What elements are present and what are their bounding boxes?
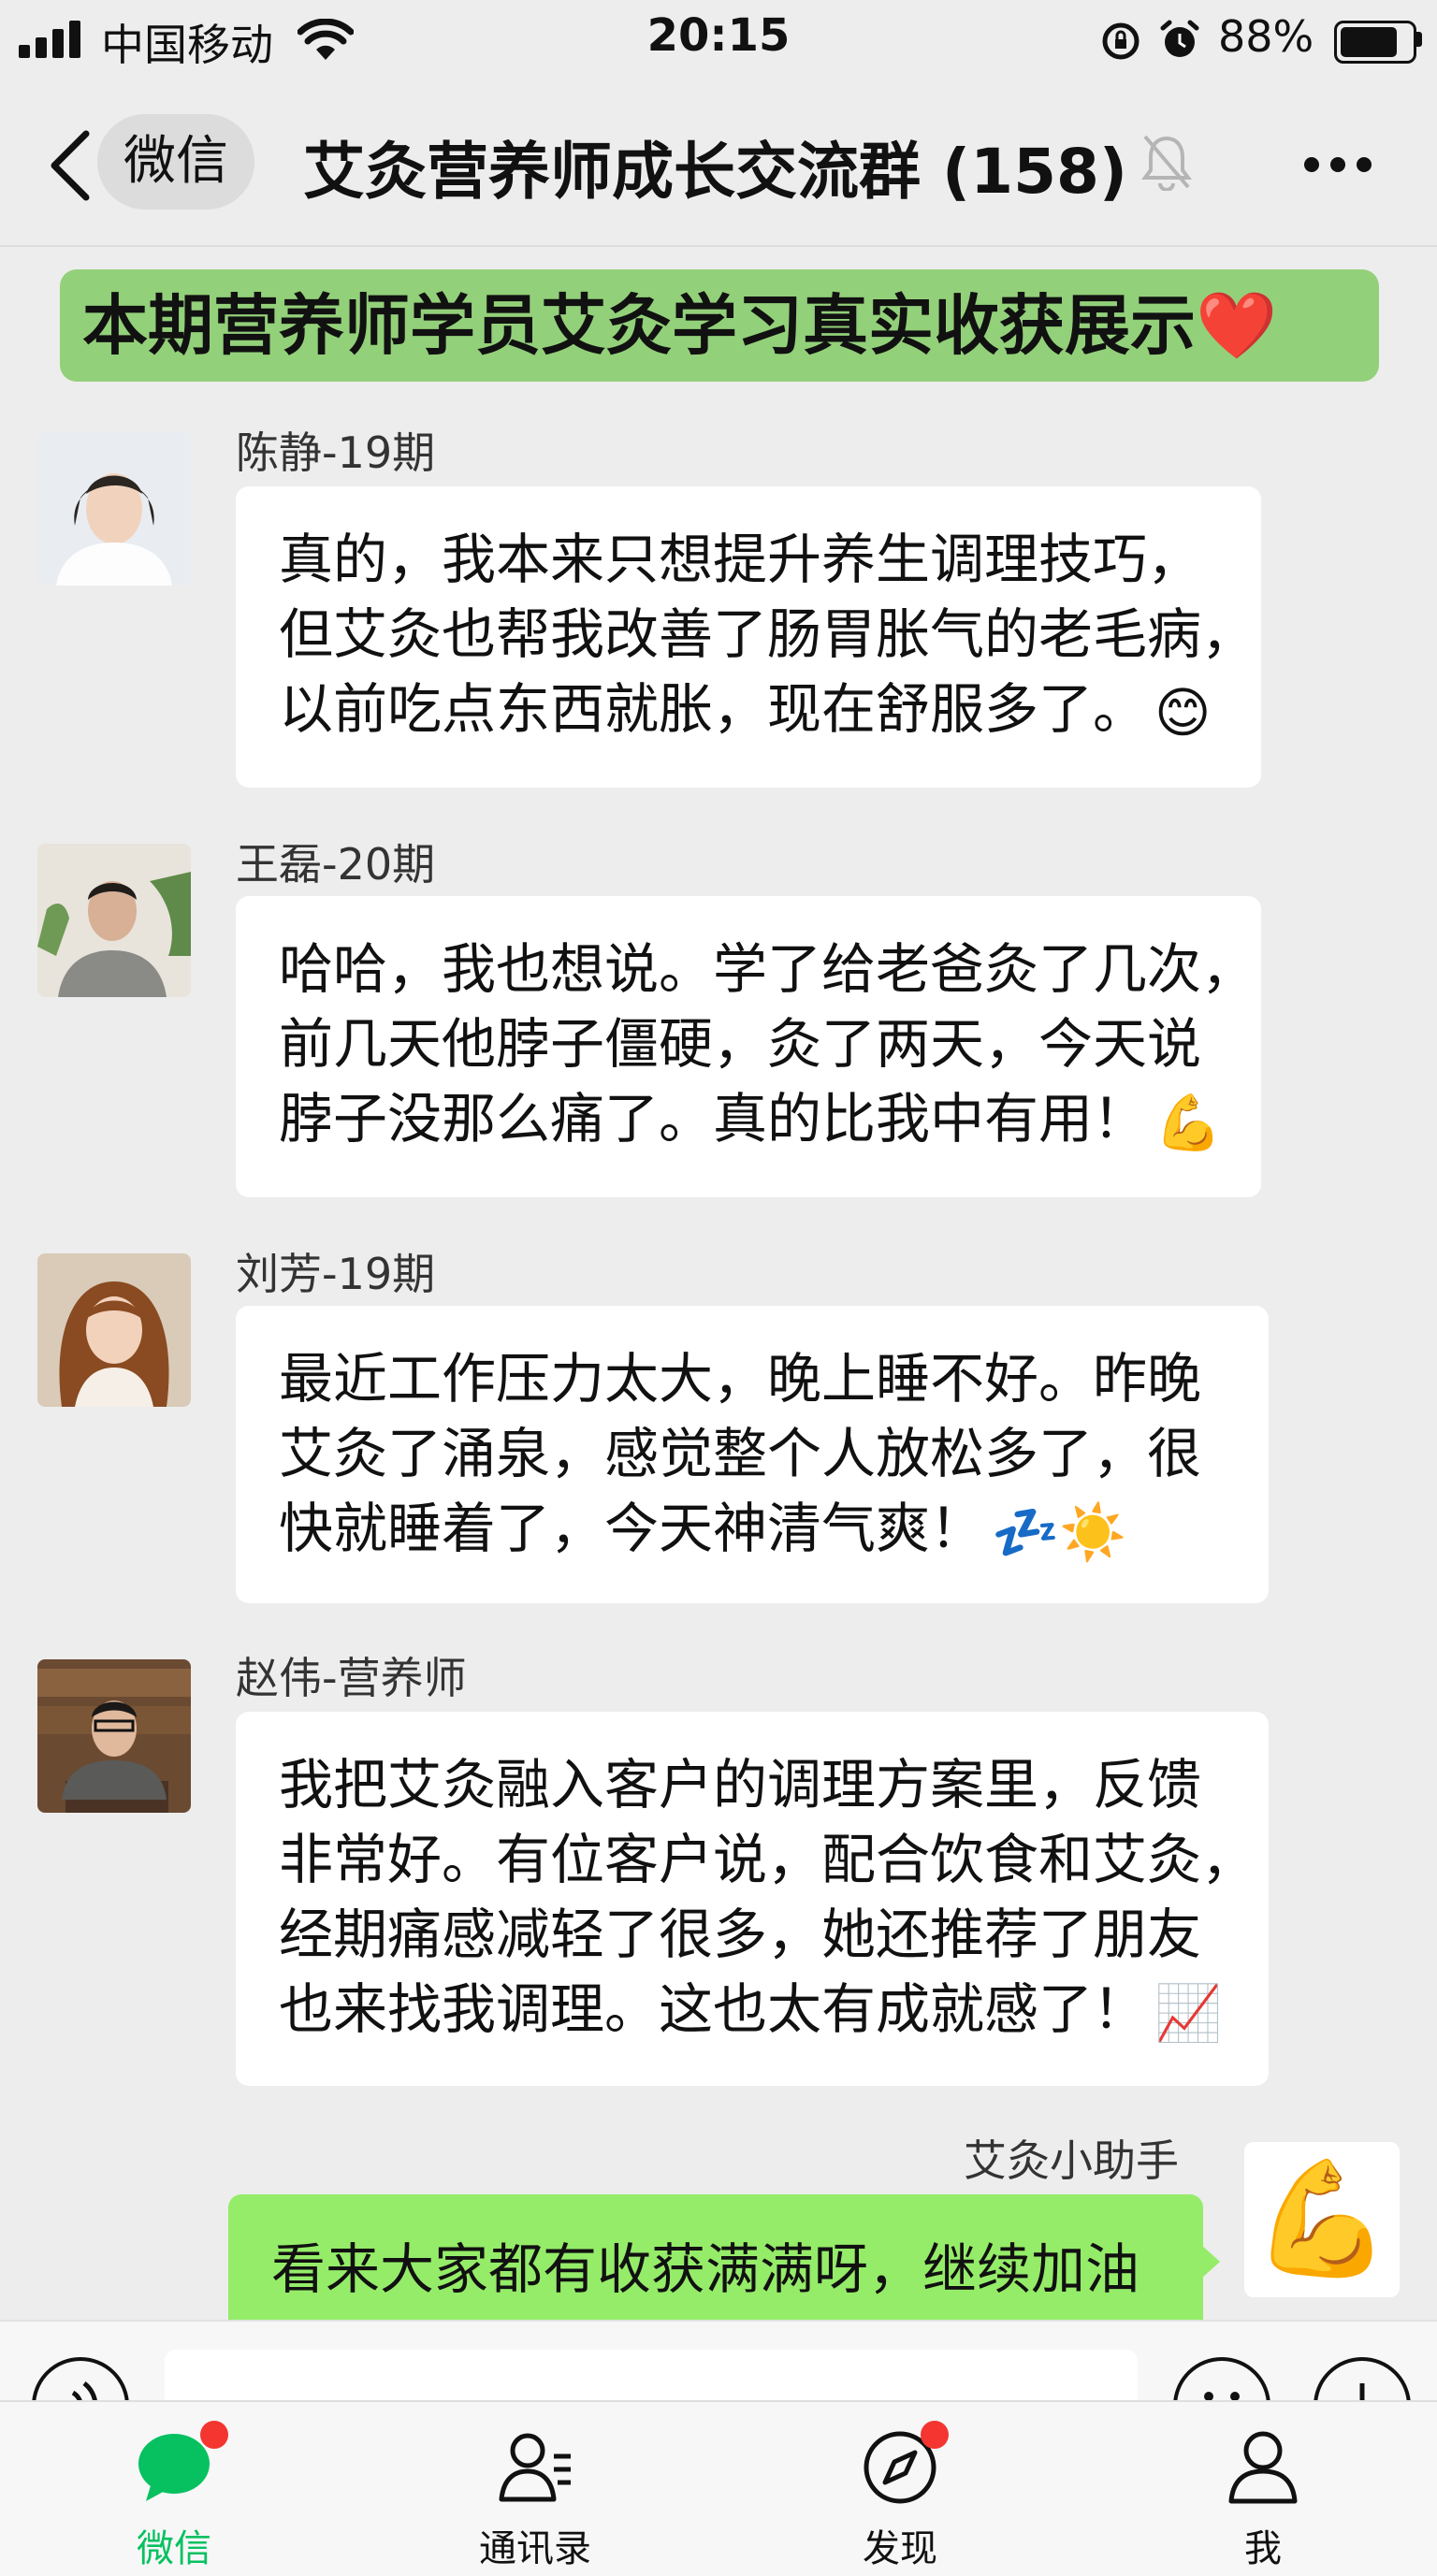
status-bar: 中国移动 20:15 88% bbox=[0, 0, 1437, 79]
discover-badge bbox=[921, 2421, 949, 2449]
tab-contacts[interactable]: 通讯录 bbox=[423, 2428, 647, 2570]
tab-label: 微信 bbox=[137, 2527, 211, 2570]
avatar-wang-lei[interactable] bbox=[37, 844, 191, 997]
message-bubble[interactable]: 我把艾灸融入客户的调理方案里，反馈 非常好。有位客户说，配合饮食和艾灸， 经期痛… bbox=[236, 1712, 1269, 2086]
self-sender-name: 艾灸小助手 bbox=[964, 2135, 1179, 2186]
message-line: 快就睡着了，今天神清气爽！ 💤☀️ bbox=[279, 1491, 1226, 1570]
sender-name: 陈静-19期 bbox=[236, 427, 436, 478]
more-options-button[interactable] bbox=[1300, 150, 1375, 178]
message-line: 艾灸了涌泉，感觉整个人放松多了，很 bbox=[279, 1422, 1202, 1485]
avatar-zhao-wei[interactable] bbox=[37, 1659, 191, 1813]
sleep-sun-emoji-icon: 💤☀️ bbox=[992, 1499, 1127, 1564]
message-line: 以前吃点东西就胀，现在舒服多了。 😊 bbox=[279, 672, 1218, 750]
tab-chats[interactable]: 微信 bbox=[62, 2421, 286, 2570]
person-icon bbox=[1228, 2431, 1298, 2504]
tab-label: 发现 bbox=[863, 2527, 937, 2570]
message-line: 经期痛感减轻了很多，她还推荐了朋友 bbox=[279, 1903, 1202, 1966]
contacts-icon bbox=[499, 2433, 571, 2502]
nav-divider bbox=[0, 245, 1437, 247]
message-line: 我把艾灸融入客户的调理方案里，反馈 bbox=[279, 1753, 1202, 1816]
unread-badge bbox=[200, 2421, 228, 2449]
message-line: 前几天他脖子僵硬，灸了两天，今天说 bbox=[279, 1012, 1202, 1076]
avatar-liu-fang[interactable] bbox=[37, 1253, 191, 1407]
battery-percent: 88% bbox=[1218, 11, 1314, 62]
back-button[interactable]: 微信 bbox=[97, 114, 254, 210]
battery-icon bbox=[1334, 21, 1416, 64]
bubble-tail bbox=[1201, 2245, 1220, 2279]
chat-title: 艾灸营养师成长交流群 (158) bbox=[303, 136, 1128, 208]
message-line: 但艾灸也帮我改善了肠胃胀气的老毛病， bbox=[279, 602, 1256, 666]
announcement-banner: 本期营养师学员艾灸学习真实收获展示❤️ bbox=[60, 269, 1379, 382]
mute-bell-icon bbox=[1141, 135, 1192, 191]
tab-label: 我 bbox=[1244, 2527, 1282, 2570]
message-bubble[interactable]: 真的，我本来只想提升养生调理技巧， 但艾灸也帮我改善了肠胃胀气的老毛病， 以前吃… bbox=[236, 486, 1261, 788]
chart-increasing-emoji-icon: 📈 bbox=[1154, 1980, 1223, 2045]
tab-discover[interactable]: 发现 bbox=[788, 2421, 1012, 2570]
message-bubble[interactable]: 哈哈，我也想说。学了给老爸灸了几次， 前几天他脖子僵硬，灸了两天，今天说 脖子没… bbox=[236, 896, 1261, 1197]
sender-name: 赵伟-营养师 bbox=[236, 1653, 467, 1703]
message-line: 非常好。有位客户说，配合饮食和艾灸， bbox=[279, 1828, 1256, 1891]
message-line: 哈哈，我也想说。学了给老爸灸了几次， bbox=[279, 937, 1256, 1001]
flexed-biceps-emoji-icon: 💪 bbox=[1154, 1090, 1223, 1154]
message-line: 最近工作压力太大，晚上睡不好。昨晚 bbox=[279, 1347, 1202, 1411]
message-line: 也来找我调理。这也太有成就感了！ 📈 bbox=[279, 1972, 1226, 2050]
tab-me[interactable]: 我 bbox=[1151, 2428, 1375, 2570]
alarm-icon bbox=[1160, 20, 1199, 57]
tab-label: 通讯录 bbox=[479, 2527, 591, 2570]
smile-emoji-icon: 😊 bbox=[1154, 680, 1212, 745]
flexed-biceps-avatar-icon: 💪 bbox=[1252, 2154, 1392, 2284]
sender-name: 刘芳-19期 bbox=[236, 1249, 436, 1299]
sender-name: 王磊-20期 bbox=[236, 839, 436, 890]
message-bubble[interactable]: 最近工作压力太大，晚上睡不好。昨晚 艾灸了涌泉，感觉整个人放松多了，很 快就睡着… bbox=[236, 1306, 1269, 1603]
assistant-avatar[interactable]: 💪 bbox=[1244, 2142, 1400, 2297]
orientation-lock-icon bbox=[1102, 22, 1139, 60]
battery-tip bbox=[1416, 32, 1422, 47]
message-line: 脖子没那么痛了。真的比我中有用！ 💪 bbox=[279, 1081, 1222, 1160]
message-line: 真的，我本来只想提升养生调理技巧， bbox=[279, 528, 1202, 591]
avatar-chen-jing[interactable] bbox=[37, 432, 191, 586]
